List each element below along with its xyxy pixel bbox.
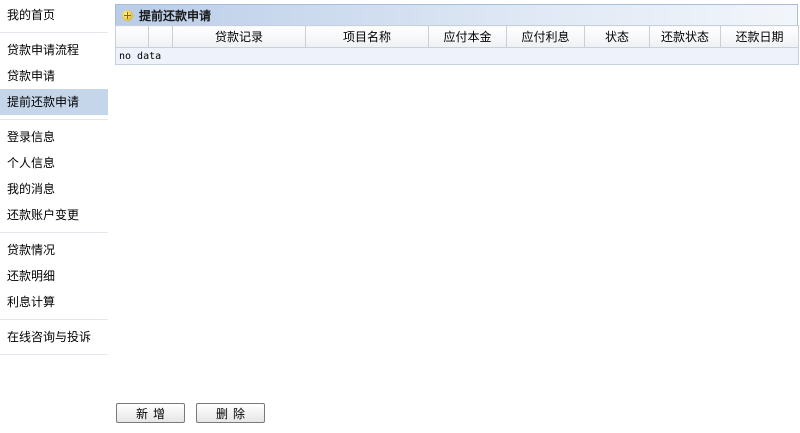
page-title: 提前还款申请: [139, 8, 212, 23]
column-header-index[interactable]: [115, 25, 149, 48]
sidebar-item-messages[interactable]: 我的消息: [0, 176, 108, 202]
sidebar-item-personal-info[interactable]: 个人信息: [0, 150, 108, 176]
column-header-status[interactable]: 状态: [584, 25, 650, 48]
table-header-row: 贷款记录 项目名称 应付本金 应付利息 状态 还款状态 还款日期: [115, 25, 799, 48]
sidebar-item-online-support[interactable]: 在线咨询与投诉: [0, 324, 108, 350]
column-header-repay-date[interactable]: 还款日期: [720, 25, 799, 48]
sidebar-item-interest-calc[interactable]: 利息计算: [0, 289, 108, 315]
sidebar-item-repay-detail[interactable]: 还款明细: [0, 263, 108, 289]
sidebar-item-loan-apply[interactable]: 贷款申请: [0, 63, 108, 89]
column-header-select[interactable]: [148, 25, 173, 48]
sidebar-nav: 我的首页 贷款申请流程 贷款申请 提前还款申请 登录信息 个人信息 我的消息 还…: [0, 0, 108, 433]
sidebar-item-loan-status[interactable]: 贷款情况: [0, 237, 108, 263]
column-header-principal[interactable]: 应付本金: [428, 25, 507, 48]
nav-group-account: 登录信息 个人信息 我的消息 还款账户变更: [0, 120, 108, 233]
sidebar-item-home[interactable]: 我的首页: [0, 2, 108, 28]
nav-group-support: 在线咨询与投诉: [0, 320, 108, 355]
main-panel: 提前还款申请 贷款记录 项目名称 应付本金 应付利息 状态 还款状态 还款日期 …: [115, 4, 799, 65]
sidebar-item-login-info[interactable]: 登录信息: [0, 124, 108, 150]
column-header-repay-status[interactable]: 还款状态: [649, 25, 721, 48]
nav-group-home: 我的首页: [0, 0, 108, 33]
sidebar-item-loan-process[interactable]: 贷款申请流程: [0, 37, 108, 63]
nav-group-loan: 贷款申请流程 贷款申请 提前还款申请: [0, 33, 108, 120]
empty-message: no data: [115, 47, 799, 65]
sidebar-item-repay-account-change[interactable]: 还款账户变更: [0, 202, 108, 228]
column-header-loan-record[interactable]: 贷款记录: [172, 25, 306, 48]
add-button[interactable]: 新增: [116, 403, 185, 423]
delete-button[interactable]: 删除: [196, 403, 265, 423]
sidebar-item-early-repay[interactable]: 提前还款申请: [0, 89, 108, 115]
panel-header: 提前还款申请: [115, 4, 798, 25]
add-circle-icon: [122, 9, 133, 21]
column-header-interest[interactable]: 应付利息: [506, 25, 585, 48]
nav-group-status: 贷款情况 还款明细 利息计算: [0, 233, 108, 320]
column-header-project-name[interactable]: 项目名称: [305, 25, 429, 48]
repayment-table: 贷款记录 项目名称 应付本金 应付利息 状态 还款状态 还款日期 no data: [115, 25, 799, 65]
table-row: no data: [115, 47, 799, 65]
action-bar: 新增 删除: [116, 403, 265, 423]
